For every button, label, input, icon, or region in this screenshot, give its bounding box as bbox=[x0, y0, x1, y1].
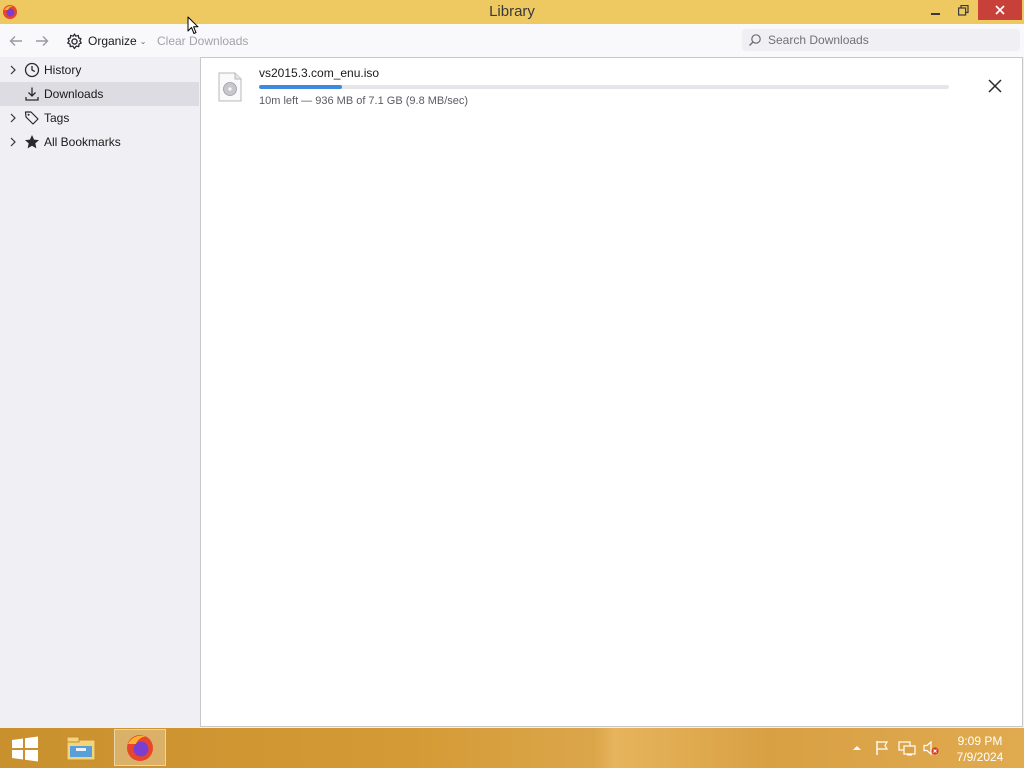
download-progress-bar bbox=[259, 85, 949, 89]
clear-downloads-button[interactable]: Clear Downloads bbox=[157, 32, 248, 50]
forward-button[interactable] bbox=[34, 32, 52, 50]
sidebar-item-label: All Bookmarks bbox=[44, 135, 121, 149]
windows-start-icon[interactable] bbox=[10, 736, 40, 762]
organize-button[interactable]: Organize ⌄ bbox=[66, 32, 146, 50]
download-icon bbox=[24, 86, 40, 102]
download-filename: vs2015.3.com_enu.iso bbox=[259, 66, 380, 80]
close-icon bbox=[995, 5, 1005, 15]
chevron-right-icon[interactable] bbox=[8, 113, 18, 123]
downloads-list: vs2015.3.com_enu.iso 10m left — 936 MB o… bbox=[200, 57, 1023, 727]
sidebar-item-label: Tags bbox=[44, 111, 70, 125]
back-button[interactable] bbox=[8, 32, 26, 50]
back-arrow-icon bbox=[9, 36, 22, 46]
cancel-download-icon[interactable] bbox=[987, 78, 1003, 94]
search-icon bbox=[749, 34, 761, 46]
tags-icon bbox=[24, 110, 40, 126]
chevron-down-icon: ⌄ bbox=[139, 36, 147, 46]
sidebar-item-tags[interactable]: Tags bbox=[0, 106, 199, 130]
restore-icon bbox=[957, 4, 969, 16]
forward-arrow-icon bbox=[36, 36, 49, 46]
sidebar: History Downloads Tags All Bookmarks bbox=[0, 57, 200, 728]
action-center-flag-icon[interactable] bbox=[872, 738, 892, 758]
chevron-right-icon[interactable] bbox=[8, 137, 18, 147]
sidebar-item-label: Downloads bbox=[44, 87, 104, 101]
restore-button[interactable] bbox=[950, 0, 976, 20]
download-progress-fill bbox=[259, 85, 342, 89]
title-bar: Library bbox=[0, 0, 1024, 24]
file-explorer-icon[interactable] bbox=[64, 734, 98, 764]
download-item[interactable]: vs2015.3.com_enu.iso 10m left — 936 MB o… bbox=[201, 58, 1022, 114]
sidebar-item-all-bookmarks[interactable]: All Bookmarks bbox=[0, 130, 199, 154]
star-icon bbox=[24, 134, 40, 150]
sidebar-item-label: History bbox=[44, 63, 82, 77]
chevron-up-icon bbox=[853, 746, 861, 750]
download-status: 10m left — 936 MB of 7.1 GB (9.8 MB/sec) bbox=[259, 95, 469, 107]
search-input[interactable] bbox=[768, 33, 1008, 47]
taskbar-firefox-button[interactable] bbox=[114, 729, 166, 766]
clock-date: 7/9/2024 bbox=[956, 750, 1004, 764]
disc-image-file-icon bbox=[218, 72, 242, 102]
network-icon[interactable] bbox=[896, 738, 918, 758]
search-downloads-field[interactable] bbox=[742, 29, 1020, 51]
chevron-right-icon[interactable] bbox=[8, 65, 18, 75]
clock-icon bbox=[24, 62, 40, 78]
taskbar: 9:09 PM 7/9/2024 bbox=[0, 728, 1024, 768]
minimize-icon bbox=[931, 13, 940, 15]
mouse-pointer-icon bbox=[187, 16, 199, 34]
gear-icon bbox=[67, 32, 82, 49]
clock-time: 9:09 PM bbox=[957, 734, 1003, 748]
firefox-icon bbox=[127, 734, 153, 761]
window-title: Library bbox=[489, 3, 535, 20]
minimize-button[interactable] bbox=[922, 0, 950, 20]
close-button[interactable] bbox=[978, 0, 1022, 20]
clock[interactable]: 9:09 PM 7/9/2024 bbox=[946, 733, 1014, 765]
organize-label: Organize bbox=[88, 34, 137, 48]
sidebar-item-history[interactable]: History bbox=[0, 58, 199, 82]
show-hidden-icons-button[interactable] bbox=[850, 738, 864, 758]
sidebar-item-downloads[interactable]: Downloads bbox=[0, 82, 199, 106]
volume-muted-icon[interactable] bbox=[920, 738, 942, 758]
